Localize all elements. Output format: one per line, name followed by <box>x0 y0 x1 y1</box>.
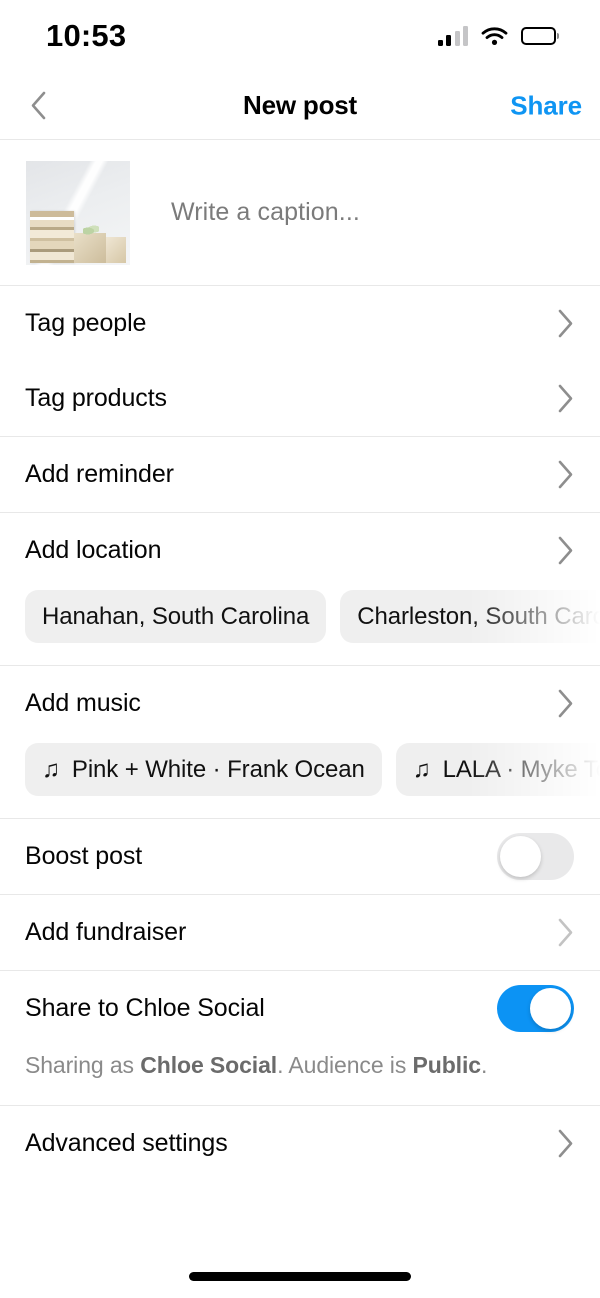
navigation-bar: New post Share <box>0 72 600 140</box>
row-label: Advanced settings <box>25 1129 228 1157</box>
sharing-footnote: Sharing as Chloe Social. Audience is Pub… <box>0 1046 600 1105</box>
row-add-reminder[interactable]: Add reminder <box>0 437 600 512</box>
chevron-left-icon <box>31 91 45 120</box>
status-bar: 10:53 <box>0 0 600 72</box>
row-label: Add fundraiser <box>25 918 187 946</box>
row-label: Tag products <box>25 384 167 412</box>
back-button[interactable] <box>10 78 66 134</box>
footnote-account-name: Chloe Social <box>140 1052 278 1078</box>
page-title: New post <box>243 90 357 120</box>
battery-icon <box>521 27 556 45</box>
music-note-icon: ♫ <box>412 755 431 783</box>
row-boost-post[interactable]: Boost post <box>0 819 600 894</box>
share-button[interactable]: Share <box>510 90 582 121</box>
location-chip[interactable]: Charleston, South Carolina <box>340 590 600 643</box>
row-tag-people[interactable]: Tag people <box>0 286 600 361</box>
chevron-right-icon <box>558 384 573 413</box>
chevron-right-icon <box>558 689 573 718</box>
music-note-icon: ♫ <box>42 755 60 783</box>
music-chip-label: Pink + White · Frank Ocean <box>71 755 365 783</box>
share-to-chloe-social-toggle[interactable] <box>497 985 574 1032</box>
row-label: Share to Chloe Social <box>25 994 265 1022</box>
post-thumbnail[interactable] <box>26 160 130 265</box>
location-chip[interactable]: Hanahan, South Carolina <box>25 590 327 643</box>
row-label: Add location <box>25 536 162 564</box>
row-add-location[interactable]: Add location <box>0 513 600 588</box>
chevron-right-icon <box>558 536 573 565</box>
row-add-fundraiser[interactable]: Add fundraiser <box>0 895 600 970</box>
row-label: Tag people <box>25 309 147 337</box>
music-chip[interactable]: ♫ LALA · Myke Towers <box>395 743 600 796</box>
status-time: 10:53 <box>46 18 127 53</box>
caption-input[interactable]: Write a caption... <box>171 198 360 227</box>
music-chip-label: LALA · Myke Towers <box>442 755 600 783</box>
wifi-icon <box>481 26 508 46</box>
location-suggestions-carousel[interactable]: Hanahan, South Carolina Charleston, Sout… <box>0 588 600 665</box>
music-chip[interactable]: ♫ Pink + White · Frank Ocean <box>25 743 382 796</box>
row-label: Add reminder <box>25 460 174 488</box>
status-icons <box>437 26 556 46</box>
chevron-right-icon <box>558 918 573 947</box>
home-indicator <box>0 1254 600 1298</box>
chevron-right-icon <box>558 1129 573 1158</box>
music-suggestions-carousel[interactable]: ♫ Pink + White · Frank Ocean ♫ LALA · My… <box>0 741 600 818</box>
row-label: Boost post <box>25 842 143 870</box>
row-add-music[interactable]: Add music <box>0 666 600 741</box>
row-share-to-chloe-social[interactable]: Share to Chloe Social <box>0 971 600 1046</box>
cellular-signal-icon <box>437 26 468 46</box>
footnote-part: . <box>480 1052 488 1078</box>
row-label: Add music <box>25 689 141 717</box>
location-chip-label: Hanahan, South Carolina <box>42 602 310 630</box>
chevron-right-icon <box>558 309 573 338</box>
footnote-part: . Audience is <box>277 1052 413 1078</box>
footnote-part: Sharing as <box>25 1052 141 1078</box>
row-tag-products[interactable]: Tag products <box>0 361 600 436</box>
new-post-screen: 10:53 New post Share Write a caption... … <box>0 0 600 1298</box>
chevron-right-icon <box>558 460 573 489</box>
footnote-audience: Public <box>412 1052 482 1078</box>
boost-post-toggle[interactable] <box>497 833 574 880</box>
location-chip-label: Charleston, South Carolina <box>357 602 600 630</box>
row-advanced-settings[interactable]: Advanced settings <box>0 1106 600 1181</box>
caption-row[interactable]: Write a caption... <box>0 140 600 286</box>
